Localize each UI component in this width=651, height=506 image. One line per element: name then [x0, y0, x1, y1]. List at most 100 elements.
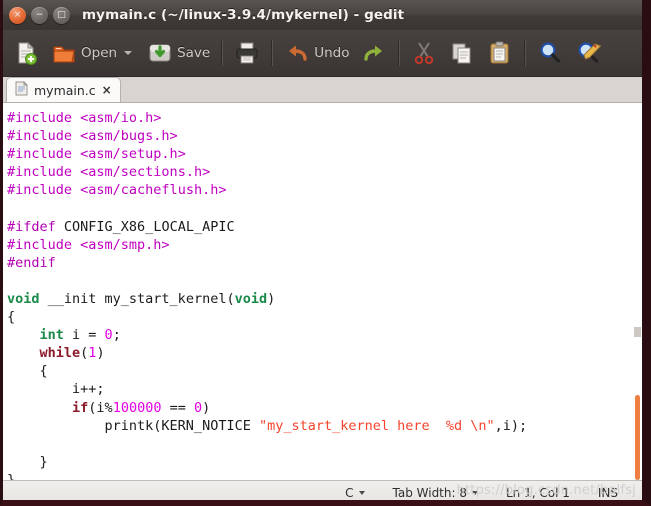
toolbar-separator-3 [398, 40, 401, 66]
title-bar: × − □ mymain.c (~/linux-3.9.4/mykernel) … [3, 0, 642, 30]
toolbar-separator-2 [271, 40, 274, 66]
undo-button[interactable]: Undo [278, 34, 355, 72]
redo-button[interactable] [355, 34, 393, 72]
chevron-down-icon[interactable] [471, 490, 478, 495]
code-token: int [39, 327, 64, 344]
toolbar-separator [221, 40, 224, 66]
code-token: { [7, 309, 16, 326]
open-button[interactable]: Open [45, 34, 141, 72]
editor-area[interactable]: #include <asm/io.h> #include <asm/bugs.h… [3, 103, 642, 480]
close-icon: × [13, 9, 22, 20]
tab-bar: mymain.c × [3, 77, 642, 103]
copy-icon [449, 40, 475, 66]
toolbar: Open Save Undo [3, 30, 642, 77]
language-selector[interactable]: C [331, 486, 378, 500]
cursor-position: Ln 1, Col 1 [492, 486, 584, 500]
code-token: #include [7, 164, 81, 181]
code-token: #endif [7, 254, 56, 271]
scissors-icon [411, 40, 437, 66]
chevron-down-icon[interactable] [124, 51, 133, 55]
folder-open-icon [51, 40, 77, 66]
minimize-icon: − [35, 9, 44, 20]
code-token: #include [7, 110, 81, 126]
save-button[interactable]: Save [141, 34, 216, 72]
save-disk-icon [147, 40, 173, 66]
tab-mymain-c[interactable]: mymain.c × [6, 77, 121, 102]
code-token: <asm/smp.h> [80, 236, 170, 253]
code-token: <asm/io.h> [80, 110, 162, 126]
find-replace-icon [575, 40, 602, 66]
code-token: (i% [88, 399, 113, 416]
new-document-button[interactable] [7, 34, 45, 72]
code-token: void [7, 290, 40, 307]
insert-mode[interactable]: INS [584, 486, 632, 500]
gedit-window: × − □ mymain.c (~/linux-3.9.4/mykernel) … [0, 0, 651, 506]
search-icon [537, 40, 563, 66]
code-token: printk(KERN_NOTICE [7, 417, 259, 434]
vertical-scrollbar-thumb[interactable] [635, 395, 640, 480]
code-token: } [7, 453, 48, 470]
code-token: #include [7, 128, 81, 145]
printer-icon [234, 40, 260, 66]
cursor-position-label: Ln 1, Col 1 [505, 485, 570, 500]
code-token: __init my_start_kernel( [39, 290, 235, 307]
new-document-icon [13, 40, 39, 66]
scrollbar-track[interactable] [634, 327, 641, 337]
code-token: if [72, 399, 89, 416]
code-token: 100000 [112, 399, 162, 416]
code-token: <asm/setup.h> [80, 146, 186, 163]
code-token: void [234, 290, 268, 307]
code-token: 0 [193, 399, 203, 416]
status-bar: C Tab Width: 8 Ln 1, Col 1 INS https://b… [3, 480, 642, 500]
redo-arrow-icon [361, 40, 387, 66]
close-window-button[interactable]: × [9, 6, 26, 24]
tab-label: mymain.c [34, 82, 96, 98]
source-code[interactable]: #include <asm/io.h> #include <asm/bugs.h… [3, 103, 642, 480]
insert-mode-label: INS [597, 485, 618, 500]
window-controls: × − □ [9, 6, 70, 24]
undo-arrow-icon [284, 40, 310, 66]
tab-width-selector[interactable]: Tab Width: 8 [379, 486, 492, 500]
cut-button[interactable] [405, 34, 443, 72]
code-token: ,i); [494, 417, 528, 434]
maximize-icon: □ [57, 9, 66, 20]
replace-button[interactable] [569, 34, 607, 72]
save-button-label: Save [177, 45, 211, 61]
code-token: ) [267, 290, 276, 307]
code-token: CONFIG_X86_LOCAL_APIC [55, 218, 235, 235]
code-token: == [161, 399, 194, 416]
open-button-label: Open [81, 45, 118, 61]
code-token: } [7, 471, 16, 480]
code-token: <asm/cacheflush.h> [80, 182, 227, 199]
maximize-window-button[interactable]: □ [53, 6, 70, 24]
code-token: <asm/sections.h> [80, 164, 211, 181]
print-button[interactable] [228, 34, 266, 72]
minimize-window-button[interactable]: − [31, 6, 48, 24]
code-token: while [39, 345, 81, 362]
clipboard-paste-icon [487, 40, 513, 66]
toolbar-separator-4 [524, 40, 527, 66]
code-token: #include [7, 236, 81, 253]
code-token: 0 [104, 327, 113, 344]
tab-width-label: Tab Width: 8 [392, 485, 467, 500]
code-token: i = [63, 327, 105, 344]
code-token: ) [202, 399, 211, 416]
code-token: #include [7, 146, 81, 163]
code-token: "my_start_kernel here %d \n" [258, 417, 495, 434]
window-title: mymain.c (~/linux-3.9.4/mykernel) - gedi… [82, 7, 405, 23]
code-token: #include [7, 182, 81, 199]
code-token: <asm/bugs.h> [80, 128, 178, 145]
paste-button[interactable] [481, 34, 519, 72]
copy-button[interactable] [443, 34, 481, 72]
code-token: ; [112, 327, 121, 344]
code-token: ) [96, 345, 105, 362]
tab-close-icon[interactable]: × [102, 84, 112, 96]
undo-button-label: Undo [314, 45, 350, 61]
code-token: { [7, 363, 48, 380]
language-label: C [345, 485, 354, 500]
chevron-down-icon[interactable] [358, 490, 365, 495]
find-button[interactable] [531, 34, 569, 72]
